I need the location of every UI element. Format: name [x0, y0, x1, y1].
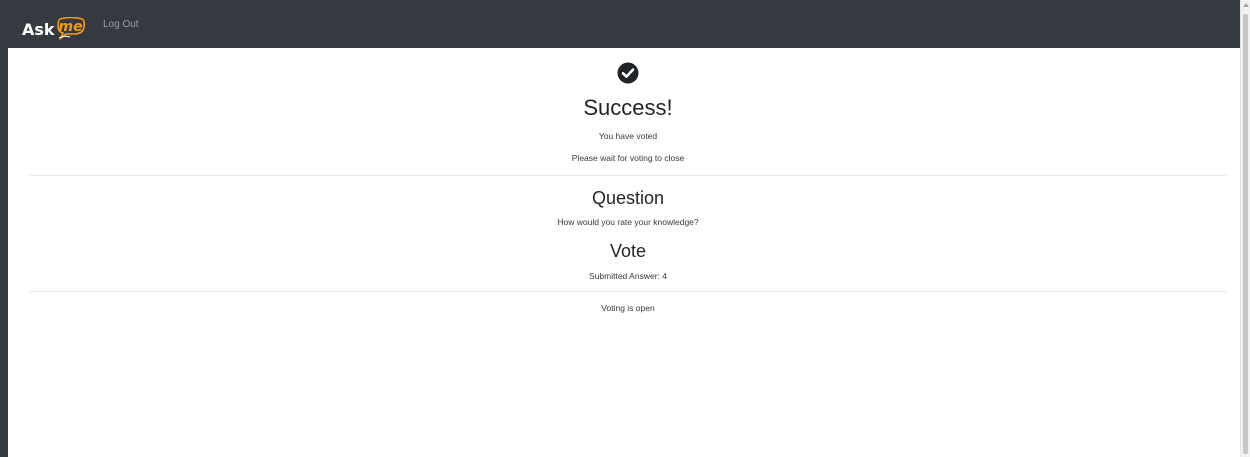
success-title: Success!: [583, 95, 673, 120]
divider: [30, 175, 1226, 176]
voting-status: Voting is open: [601, 303, 655, 313]
submitted-answer: Submitted Answer: 4: [589, 271, 667, 281]
brand-badge: me: [56, 17, 86, 41]
vote-heading: Vote: [609, 241, 647, 261]
divider: [30, 291, 1226, 292]
left-edge-bar: [0, 0, 8, 457]
logout-link[interactable]: Log Out: [103, 18, 139, 32]
app-window: Ask me Log Out Success! You have voted P…: [0, 0, 1250, 457]
scroll-up-icon[interactable]: [1243, 3, 1249, 7]
brand-badge-text: me: [58, 19, 83, 35]
check-circle-icon: [617, 62, 639, 84]
brand-text: Ask: [22, 20, 55, 39]
scrollbar-thumb[interactable]: [1243, 14, 1248, 454]
top-navbar: Ask me Log Out: [8, 0, 1240, 48]
brand-logo[interactable]: Ask me: [22, 11, 86, 41]
question-text: How would you rate your knowledge?: [557, 217, 699, 227]
question-heading: Question: [591, 188, 665, 208]
wait-message: Please wait for voting to close: [571, 153, 685, 163]
vertical-scrollbar[interactable]: [1240, 0, 1250, 457]
voted-message: You have voted: [598, 131, 658, 141]
